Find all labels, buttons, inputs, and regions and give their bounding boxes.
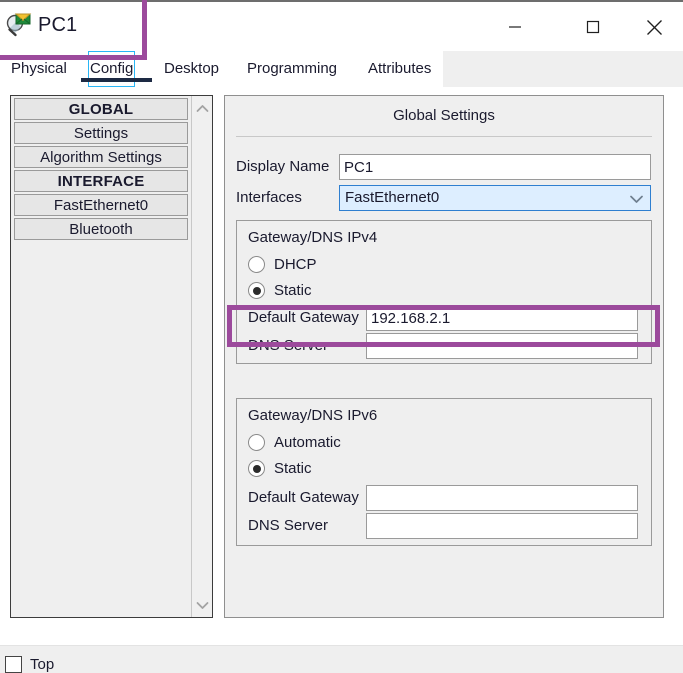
ipv6-default-gateway-input[interactable]	[366, 485, 638, 511]
display-name-row: Display Name	[225, 154, 665, 180]
ipv6-dns-server-input[interactable]	[366, 513, 638, 539]
sidebar-item-bluetooth[interactable]: Bluetooth	[14, 218, 188, 240]
ipv6-group-title: Gateway/DNS IPv6	[248, 407, 378, 424]
ipv6-dns-server-label: DNS Server	[248, 517, 329, 534]
global-settings-panel: Global Settings Display Name Interfaces …	[224, 95, 664, 618]
config-content-area: GLOBAL Settings Algorithm Settings INTER…	[0, 87, 683, 627]
display-name-label: Display Name	[236, 158, 330, 175]
display-name-input[interactable]	[339, 154, 651, 180]
sidebar-header-interface: INTERFACE	[14, 170, 188, 192]
maximize-button[interactable]	[570, 4, 616, 50]
radio-icon	[248, 256, 265, 273]
radio-icon	[248, 434, 265, 451]
ipv6-default-gateway-row: Default Gateway	[237, 485, 653, 512]
gateway-dns-ipv4-group: Gateway/DNS IPv4 DHCP Static Default Gat…	[236, 220, 652, 364]
ipv4-static-label: Static	[274, 282, 312, 299]
sidebar-item-algorithm-settings[interactable]: Algorithm Settings	[14, 146, 188, 168]
device-config-window: PC1 Physical Config Desktop Programming …	[0, 0, 683, 673]
interfaces-selected-value: FastEthernet0	[345, 189, 440, 206]
tab-programming[interactable]: Programming	[245, 51, 339, 87]
ipv6-static-label: Static	[274, 460, 312, 477]
ipv4-default-gateway-row: Default Gateway	[237, 305, 653, 332]
sidebar-item-fastethernet0[interactable]: FastEthernet0	[14, 194, 188, 216]
minimize-button[interactable]	[492, 4, 538, 50]
window-title: PC1	[38, 14, 78, 36]
ipv4-default-gateway-label: Default Gateway	[248, 309, 359, 326]
ipv6-automatic-label: Automatic	[274, 434, 341, 451]
sidebar-list: GLOBAL Settings Algorithm Settings INTER…	[11, 96, 191, 617]
ipv6-dns-server-row: DNS Server	[237, 513, 653, 540]
ipv4-default-gateway-input[interactable]	[366, 305, 638, 331]
top-checkbox-label: Top	[30, 656, 55, 673]
ipv4-group-title: Gateway/DNS IPv4	[248, 229, 378, 246]
bottom-bar: Top	[0, 645, 683, 673]
chevron-down-icon[interactable]	[192, 595, 212, 615]
tab-physical[interactable]: Physical	[9, 51, 69, 87]
interfaces-row: Interfaces FastEthernet0	[225, 185, 665, 211]
packet-tracer-inspect-icon	[6, 11, 34, 39]
ipv4-dns-server-input[interactable]	[366, 333, 638, 359]
title-bar: PC1	[0, 2, 683, 51]
panel-title: Global Settings	[393, 107, 495, 124]
tab-attributes[interactable]: Attributes	[366, 51, 433, 87]
radio-selected-icon	[248, 282, 265, 299]
tab-desktop[interactable]: Desktop	[162, 51, 221, 87]
gateway-dns-ipv6-group: Gateway/DNS IPv6 Automatic Static Defaul…	[236, 398, 652, 546]
radio-selected-icon	[248, 460, 265, 477]
sidebar-scrollbar[interactable]	[191, 96, 212, 617]
top-checkbox[interactable]	[5, 656, 22, 673]
tab-config-selected-underline	[81, 78, 152, 82]
config-sidebar: GLOBAL Settings Algorithm Settings INTER…	[10, 95, 213, 618]
sidebar-header-global: GLOBAL	[14, 98, 188, 120]
interfaces-label: Interfaces	[236, 189, 302, 206]
close-button[interactable]	[631, 4, 677, 50]
panel-divider	[236, 136, 652, 137]
ipv4-dhcp-label: DHCP	[274, 256, 317, 273]
ipv4-dns-server-row: DNS Server	[237, 333, 653, 360]
ipv6-default-gateway-label: Default Gateway	[248, 489, 359, 506]
chevron-down-icon	[629, 191, 644, 208]
interfaces-select[interactable]: FastEthernet0	[339, 185, 651, 211]
sidebar-item-settings[interactable]: Settings	[14, 122, 188, 144]
ipv4-dns-server-label: DNS Server	[248, 337, 329, 354]
chevron-up-icon[interactable]	[192, 98, 212, 118]
tab-bar-filler	[443, 51, 683, 87]
